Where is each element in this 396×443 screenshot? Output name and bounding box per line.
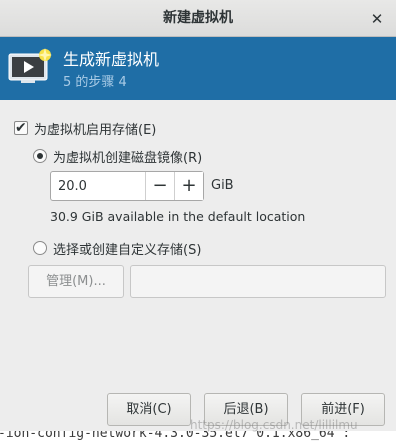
custom-storage-path-input[interactable] xyxy=(130,265,386,298)
manage-button[interactable]: 管理(M)... xyxy=(28,265,124,298)
wizard-step: 5 的步骤 4 xyxy=(63,75,127,90)
cancel-button[interactable]: 取消(C) xyxy=(107,393,191,426)
close-icon[interactable]: ✕ xyxy=(367,9,387,29)
enable-storage-label: 为虚拟机启用存储(E) xyxy=(34,122,157,138)
monitor-play-icon xyxy=(8,48,52,83)
terminal-line: -ion-config-network-4.3.0-35.el7 0.1.x86… xyxy=(0,431,351,441)
radio-selected-dot xyxy=(37,153,43,159)
size-unit-label: GiB xyxy=(211,178,234,193)
custom-storage-radio-row[interactable]: 选择或创建自定义存储(S) xyxy=(33,238,201,258)
wizard-header: 生成新虚拟机 5 的步骤 4 xyxy=(0,37,396,100)
enable-storage-checkbox[interactable]: ✔ xyxy=(14,120,28,136)
background-terminal-text: -ion-config-network-4.3.0-35.el7 0.1.x86… xyxy=(0,431,396,443)
create-image-label: 为虚拟机创建磁盘镜像(R) xyxy=(53,150,203,166)
new-vm-dialog: 新建虚拟机 ✕ 生成新虚拟机 5 的步骤 4 ✔ 为虚拟机启用存储(E) 为虚拟… xyxy=(0,0,396,443)
create-image-radio[interactable] xyxy=(33,149,47,163)
title-bar: 新建虚拟机 ✕ xyxy=(0,0,396,37)
disk-size-input[interactable] xyxy=(51,172,145,200)
wizard-title: 生成新虚拟机 xyxy=(63,50,160,69)
custom-storage-label: 选择或创建自定义存储(S) xyxy=(53,242,202,258)
disk-size-spinbutton[interactable]: − + xyxy=(50,171,204,201)
custom-storage-radio[interactable] xyxy=(33,241,47,255)
available-space-text: 30.9 GiB available in the default locati… xyxy=(50,209,306,224)
enable-storage-checkbox-row[interactable]: ✔ 为虚拟机启用存储(E) xyxy=(14,118,156,138)
create-image-radio-row[interactable]: 为虚拟机创建磁盘镜像(R) xyxy=(33,146,202,166)
watermark-text: https://blog.csdn.net/lillilmu xyxy=(190,418,358,432)
window-title: 新建虚拟机 xyxy=(163,10,233,26)
decrement-button[interactable]: − xyxy=(145,172,174,200)
checkmark-icon: ✔ xyxy=(15,120,27,136)
increment-button[interactable]: + xyxy=(174,172,203,200)
